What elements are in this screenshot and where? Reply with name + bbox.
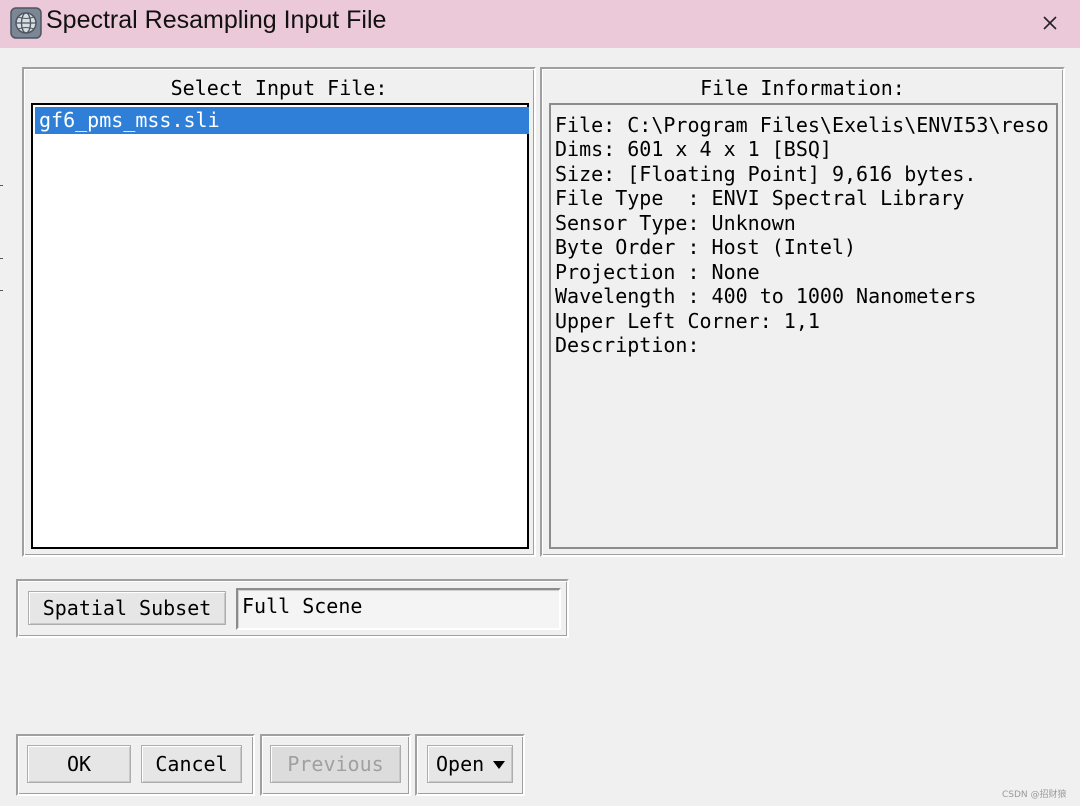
file-information-box: File: C:\Program Files\Exelis\ENVI53\res… [549, 103, 1058, 549]
edge-tick [0, 185, 3, 186]
list-item[interactable]: gf6_pms_mss.sli [35, 107, 529, 134]
info-sensor-type: Sensor Type: Unknown [555, 211, 796, 235]
edge-tick [0, 290, 3, 291]
spatial-subset-field: Full Scene [236, 588, 561, 630]
info-file-type: File Type : ENVI Spectral Library [555, 186, 965, 210]
open-button[interactable]: Open [427, 745, 513, 783]
info-wavelength: Wavelength : 400 to 1000 Nanometers [555, 284, 977, 308]
info-byte-order: Byte Order : Host (Intel) [555, 235, 857, 259]
file-information-label: File Information: [700, 76, 905, 100]
info-size: Size: [Floating Point] 9,616 bytes. [555, 162, 977, 186]
open-button-label: Open [436, 752, 485, 776]
info-file-path: File: C:\Program Files\Exelis\ENVI53\res… [555, 113, 1049, 137]
edge-tick [0, 258, 3, 259]
info-projection: Projection : None [555, 260, 760, 284]
envi-globe-icon [10, 7, 42, 39]
select-input-label: Select Input File: [170, 76, 388, 100]
title-bar: Spectral Resampling Input File [0, 0, 1080, 48]
info-dims: Dims: 601 x 4 x 1 [BSQ] [555, 137, 832, 161]
close-icon [1043, 16, 1057, 30]
dropdown-arrow-icon [493, 761, 505, 769]
cancel-button[interactable]: Cancel [141, 745, 242, 783]
close-button[interactable] [1030, 6, 1070, 40]
input-file-list[interactable]: gf6_pms_mss.sli [31, 103, 529, 549]
watermark: CSDN @招财狼 [1002, 790, 1067, 800]
window-title: Spectral Resampling Input File [46, 6, 387, 34]
spatial-subset-button[interactable]: Spatial Subset [28, 591, 226, 625]
ok-button[interactable]: OK [27, 745, 131, 783]
info-upper-left-corner: Upper Left Corner: 1,1 [555, 309, 820, 333]
previous-button[interactable]: Previous [270, 745, 401, 783]
info-description: Description: [555, 333, 700, 357]
